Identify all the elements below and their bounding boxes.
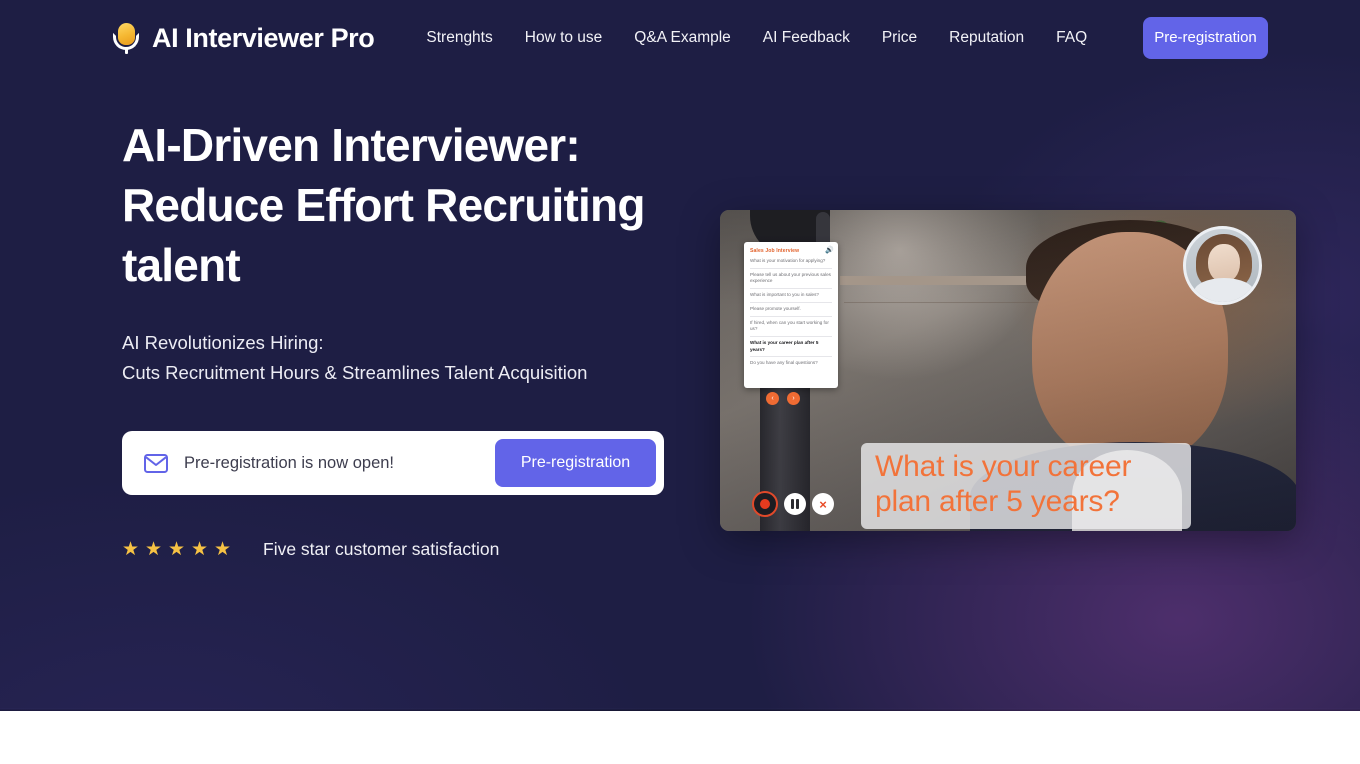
question-list-card[interactable]: Sales Job Interview 🔊 What is your motiv… xyxy=(744,242,838,388)
caption-box: What is your career plan after 5 years? xyxy=(861,443,1191,529)
star-icon: ★ xyxy=(122,538,140,560)
nav-link-faq[interactable]: FAQ xyxy=(1040,21,1103,55)
divider xyxy=(750,336,832,337)
pre-registration-bar[interactable]: Pre-registration is now open! Pre-regist… xyxy=(122,431,664,496)
question-card-title: Sales Job Interview xyxy=(750,247,800,254)
nav-link-price[interactable]: Price xyxy=(866,21,933,55)
divider xyxy=(750,302,832,303)
star-icon: ★ xyxy=(191,538,209,560)
hero-pre-registration-button[interactable]: Pre-registration xyxy=(495,439,656,488)
star-rating: ★ ★ ★ ★ ★ xyxy=(122,538,232,560)
rating-label: Five star customer satisfaction xyxy=(263,539,500,560)
nav-link-qa-example[interactable]: Q&A Example xyxy=(618,21,747,55)
pause-button[interactable] xyxy=(784,493,806,515)
microphone-icon xyxy=(110,21,142,55)
divider xyxy=(750,315,832,317)
hero-content: AI-Driven Interviewer: Reduce Effort Rec… xyxy=(122,116,682,560)
close-icon: × xyxy=(819,496,827,512)
star-icon: ★ xyxy=(214,538,232,560)
main-navigation: AI Interviewer Pro Strenghts How to use … xyxy=(0,0,1360,76)
nav-links: Strenghts How to use Q&A Example AI Feed… xyxy=(410,21,1103,55)
question-item-active[interactable]: What is your career plan after 5 years? xyxy=(750,340,832,353)
landing-page: AI Interviewer Pro Strenghts How to use … xyxy=(0,0,1360,764)
question-card-header: Sales Job Interview 🔊 xyxy=(750,247,834,254)
interviewer-avatar[interactable] xyxy=(1183,226,1262,305)
hero-section: AI Interviewer Pro Strenghts How to use … xyxy=(0,0,1360,711)
subheading-line-1: AI Revolutionizes Hiring: xyxy=(122,332,324,354)
star-icon: ★ xyxy=(145,538,163,560)
nav-pre-registration-button[interactable]: Pre-registration xyxy=(1143,17,1268,59)
hero-bottom-edge xyxy=(0,708,1360,711)
subheading-line-2: Cuts Recruitment Hours & Streamlines Tal… xyxy=(122,362,588,384)
video-controls: × xyxy=(752,491,834,517)
brand-logo[interactable]: AI Interviewer Pro xyxy=(110,21,375,55)
prev-question-button[interactable]: ‹ xyxy=(766,392,779,405)
question-item[interactable]: What is your motivation for applying? xyxy=(750,258,832,265)
nav-link-ai-feedback[interactable]: AI Feedback xyxy=(747,21,866,55)
divider xyxy=(750,356,832,357)
star-icon: ★ xyxy=(168,538,186,560)
divider xyxy=(750,288,832,289)
divider xyxy=(750,267,832,269)
speaker-icon[interactable]: 🔊 xyxy=(825,247,834,254)
question-item[interactable]: Please promote yourself. xyxy=(750,306,832,313)
hero-subheading: AI Revolutionizes Hiring: Cuts Recruitme… xyxy=(122,328,682,388)
rating-row: ★ ★ ★ ★ ★ Five star customer satisfactio… xyxy=(122,539,682,560)
question-item[interactable]: Please tell us about your previous sales… xyxy=(750,272,832,285)
question-item[interactable]: If hired, when can you start working for… xyxy=(750,320,832,333)
page-title: AI-Driven Interviewer: Reduce Effort Rec… xyxy=(122,119,645,291)
close-button[interactable]: × xyxy=(812,493,834,515)
question-nav: ‹ › xyxy=(766,392,800,405)
interview-video-panel[interactable]: Sales Job Interview 🔊 What is your motiv… xyxy=(720,210,1296,531)
nav-link-how-to-use[interactable]: How to use xyxy=(509,21,619,55)
nav-link-reputation[interactable]: Reputation xyxy=(933,21,1040,55)
nav-link-strenghts[interactable]: Strenghts xyxy=(410,21,508,55)
envelope-icon xyxy=(144,453,168,473)
question-item[interactable]: Do you have any final questions? xyxy=(750,360,832,367)
next-question-button[interactable]: › xyxy=(787,392,800,405)
pre-registration-message: Pre-registration is now open! xyxy=(184,453,395,472)
caption-text: What is your career plan after 5 years? xyxy=(875,450,1132,519)
brand-name: AI Interviewer Pro xyxy=(152,22,375,53)
question-list: What is your motivation for applying? Pl… xyxy=(750,258,832,367)
record-button[interactable] xyxy=(752,491,778,517)
question-item[interactable]: What is important to you in sales? xyxy=(750,292,832,299)
